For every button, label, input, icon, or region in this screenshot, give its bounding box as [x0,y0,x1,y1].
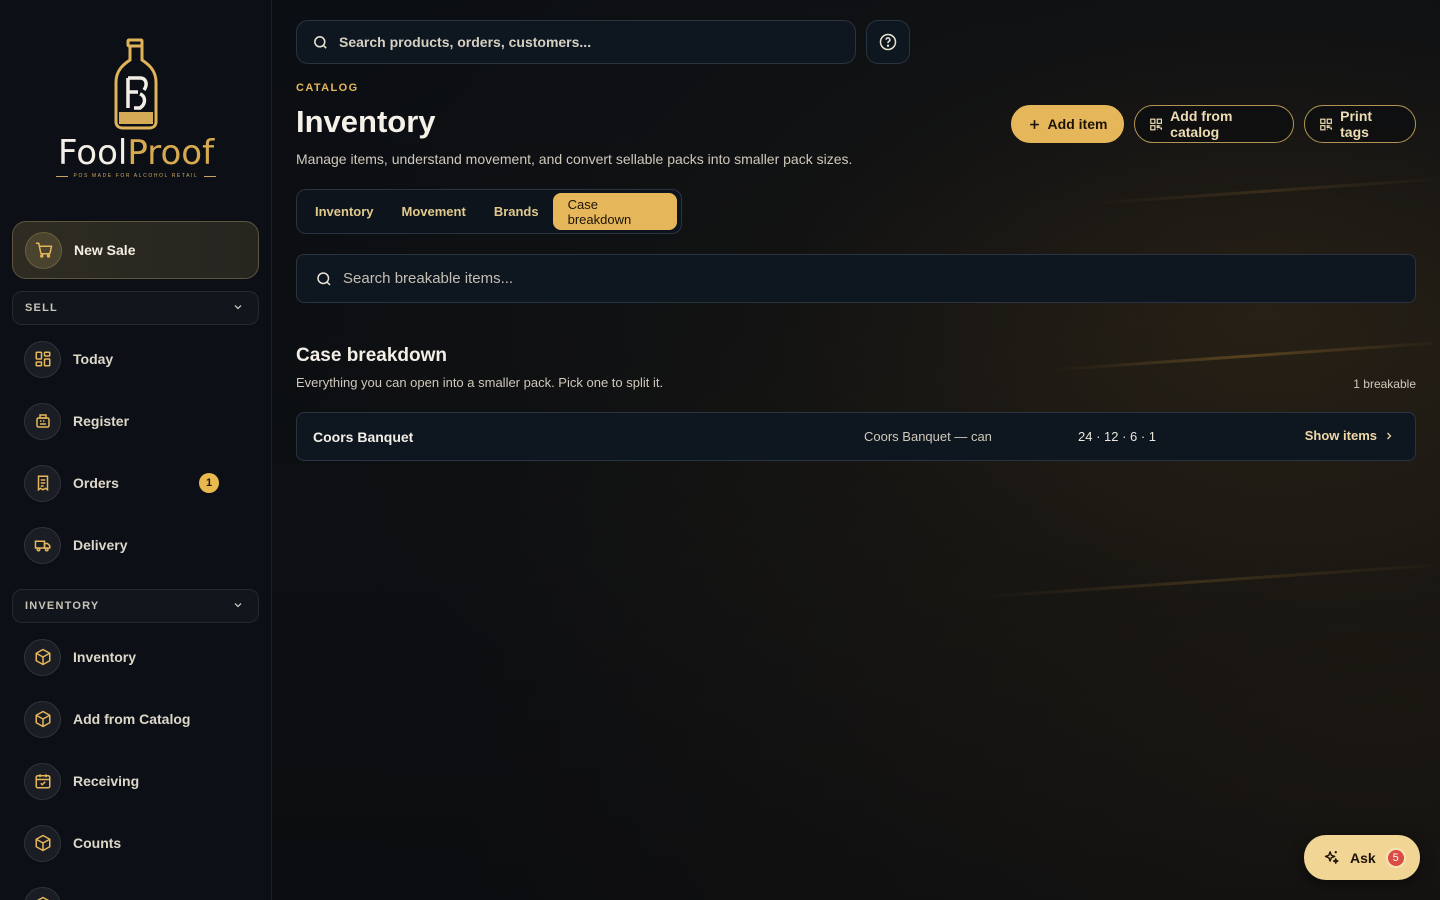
tab-movement[interactable]: Movement [388,193,480,230]
help-button[interactable] [866,20,910,64]
section-title: Case breakdown [296,345,447,366]
sidebar-item-label: Orders [73,475,119,491]
sparkles-icon [1324,851,1339,864]
sidebar-item-receiving[interactable]: Receiving [12,757,259,805]
receipt-icon [24,464,61,502]
tab-inventory[interactable]: Inventory [301,193,388,230]
box-icon [24,824,61,862]
brand-logo: FoolProof POS MADE FOR ALCOHOL RETAIL [0,38,271,179]
background-shelf [972,563,1432,600]
register-icon [24,402,61,440]
tab-brands[interactable]: Brands [480,193,553,230]
new-sale-button[interactable]: New Sale [12,221,259,279]
chevron-down-icon [232,599,244,614]
add-from-catalog-label: Add from catalog [1170,108,1233,140]
breakable-count: 1 breakable [1353,377,1416,391]
ask-label: Ask [1350,849,1376,866]
sidebar-item-partial[interactable] [12,881,259,900]
print-tags-label: Print tags [1340,108,1373,140]
bottle-logo-icon [114,38,158,130]
section-toggle-sell[interactable]: SELL [12,291,259,325]
add-item-label: Add item [1047,116,1108,132]
brand-tagline: POS MADE FOR ALCOHOL RETAIL [0,173,271,179]
page-eyebrow: CATALOG [296,82,359,94]
sidebar-item-delivery[interactable]: Delivery [12,521,259,569]
sidebar-item-label: Delivery [73,537,128,553]
search-icon [317,271,331,286]
breakable-search-input[interactable] [343,270,1343,287]
sidebar-item-label: Today [73,351,114,367]
box-icon [24,638,61,676]
cart-icon [25,231,62,269]
print-tags-button[interactable]: Print tags [1304,105,1416,143]
global-search-input[interactable] [339,34,819,50]
sidebar-item-label: Counts [73,835,122,851]
show-items-label: Show items [1304,428,1377,443]
help-circle-icon [879,33,897,51]
global-search[interactable] [296,20,856,64]
brand-name-part2: Proof [127,133,215,173]
orders-count-badge: 1 [199,473,219,493]
ask-count-badge: 5 [1385,847,1406,868]
box-icon [24,700,61,738]
inventory-tabs: Inventory Movement Brands Case breakdown [296,189,682,234]
new-sale-label: New Sale [74,242,136,258]
dashboard-icon [24,340,61,378]
sidebar: FoolProof POS MADE FOR ALCOHOL RETAIL Ne… [0,0,272,900]
background-shelf [1052,341,1432,372]
sidebar-item-add-from-catalog[interactable]: Add from Catalog [12,695,259,743]
sidebar-item-label: Add from Catalog [73,711,191,727]
sidebar-item-today[interactable]: Today [12,335,259,383]
app-root: FoolProof POS MADE FOR ALCOHOL RETAIL Ne… [0,0,1440,900]
main-content: CATALOG Inventory Manage items, understa… [272,0,1440,900]
box-icon [24,886,61,900]
page-title: Inventory [296,104,436,139]
ask-assistant-button[interactable]: Ask 5 [1304,835,1420,880]
section-title-sell: SELL [25,302,58,314]
search-icon [314,35,327,49]
sidebar-item-register[interactable]: Register [12,397,259,445]
add-from-catalog-button[interactable]: Add from catalog [1134,105,1294,143]
pack-type: Coors Banquet — can [864,429,992,444]
calendar-check-icon [24,762,61,800]
show-items-button[interactable]: Show items [1305,428,1395,443]
brand-wordmark: FoolProof [0,133,271,173]
breakable-row[interactable]: Coors Banquet Coors Banquet — can 24 · 1… [296,412,1416,461]
section-title-inventory: INVENTORY [25,600,100,612]
chevron-right-icon [1387,432,1392,439]
page-subtitle: Manage items, understand movement, and c… [296,151,853,167]
sidebar-item-label: Register [73,413,130,429]
breakable-search[interactable] [296,254,1416,303]
qr-code-icon [1320,118,1332,130]
sidebar-item-label: Inventory [73,649,137,665]
sidebar-item-label: Receiving [73,773,140,789]
add-item-button[interactable]: Add item [1011,105,1124,143]
pack-sizes: 24 · 12 · 6 · 1 [1078,429,1157,444]
sidebar-item-counts[interactable]: Counts [12,819,259,867]
chevron-down-icon [232,301,244,316]
background-shelf [1092,178,1432,205]
brand-name-part1: Fool [57,133,128,173]
qr-code-icon [1150,118,1162,130]
product-name: Coors Banquet [313,429,414,445]
tab-case-breakdown[interactable]: Case breakdown [552,193,677,230]
sidebar-item-orders[interactable]: Orders 1 [12,459,259,507]
section-toggle-inventory[interactable]: INVENTORY [12,589,259,623]
plus-icon [1029,119,1039,129]
section-subtitle: Everything you can open into a smaller p… [296,375,664,390]
truck-icon [24,526,61,564]
sidebar-item-inventory[interactable]: Inventory [12,633,259,681]
